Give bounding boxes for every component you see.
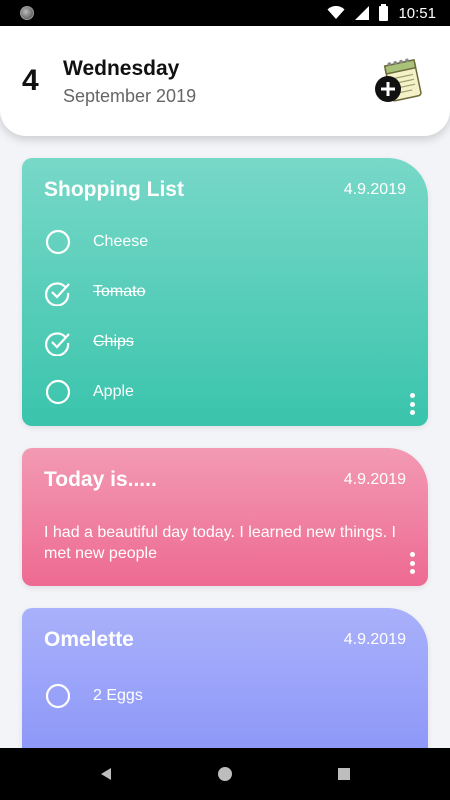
list-item[interactable]: Apple bbox=[44, 377, 134, 407]
circle-icon bbox=[45, 379, 70, 405]
item-label: Apple bbox=[93, 383, 134, 400]
status-icons: 10:51 bbox=[327, 3, 436, 22]
recents-square-icon bbox=[338, 768, 350, 780]
list-item[interactable]: Tomato bbox=[44, 277, 145, 307]
navigation-bar bbox=[0, 748, 450, 800]
home-button[interactable] bbox=[213, 762, 237, 786]
notes-list[interactable]: Shopping List 4.9.2019 Cheese Tomato Chi… bbox=[0, 136, 450, 748]
signal-icon bbox=[355, 6, 370, 20]
list-item[interactable]: Cheese bbox=[44, 227, 148, 257]
note-card-omelette[interactable]: Omelette 4.9.2019 2 Eggs bbox=[22, 608, 428, 748]
note-body: I had a beautiful day today. I learned n… bbox=[44, 524, 396, 562]
card-date: 4.9.2019 bbox=[343, 471, 406, 488]
item-label: Cheese bbox=[93, 233, 149, 250]
day-number: 4 bbox=[22, 64, 39, 97]
checkbox-unchecked[interactable] bbox=[44, 379, 71, 406]
card-date: 4.9.2019 bbox=[343, 181, 406, 198]
date-header: 4 Wednesday September 2019 bbox=[0, 26, 450, 136]
list-item[interactable]: 2 Eggs bbox=[44, 681, 143, 711]
checkbox-unchecked[interactable] bbox=[44, 683, 71, 710]
notepad-plus-icon bbox=[375, 58, 422, 102]
circle-icon bbox=[45, 683, 70, 709]
day-name: Wednesday bbox=[63, 57, 180, 80]
home-circle-icon bbox=[218, 767, 232, 781]
add-note-button[interactable] bbox=[372, 56, 428, 108]
card-title: Shopping List bbox=[44, 178, 184, 201]
item-label: Chips bbox=[93, 333, 134, 350]
check-circle-icon bbox=[45, 331, 70, 356]
back-button[interactable] bbox=[94, 762, 118, 786]
checkbox-unchecked[interactable] bbox=[44, 229, 71, 256]
month-year: September 2019 bbox=[63, 86, 197, 106]
status-time: 10:51 bbox=[398, 4, 436, 22]
checkbox-checked[interactable] bbox=[44, 329, 71, 356]
check-circle-icon bbox=[45, 281, 70, 306]
card-title: Today is..... bbox=[44, 468, 157, 491]
card-title: Omelette bbox=[44, 628, 134, 651]
battery-icon bbox=[379, 3, 389, 21]
list-item[interactable]: Chips bbox=[44, 327, 134, 357]
wifi-icon bbox=[327, 6, 345, 19]
checkbox-checked[interactable] bbox=[44, 279, 71, 306]
item-label: 2 Eggs bbox=[93, 687, 143, 704]
more-vertical-icon[interactable] bbox=[408, 393, 416, 415]
circle-icon bbox=[45, 229, 70, 255]
note-card-today[interactable]: Today is..... 4.9.2019 I had a beautiful… bbox=[22, 448, 428, 586]
back-triangle-icon bbox=[101, 768, 111, 780]
status-bar: 10:51 bbox=[0, 0, 450, 26]
recents-button[interactable] bbox=[332, 762, 356, 786]
note-card-shopping-list[interactable]: Shopping List 4.9.2019 Cheese Tomato Chi… bbox=[22, 158, 428, 426]
more-vertical-icon[interactable] bbox=[408, 552, 416, 574]
notification-icon bbox=[20, 6, 34, 20]
item-label: Tomato bbox=[93, 283, 146, 300]
card-date: 4.9.2019 bbox=[343, 631, 406, 648]
